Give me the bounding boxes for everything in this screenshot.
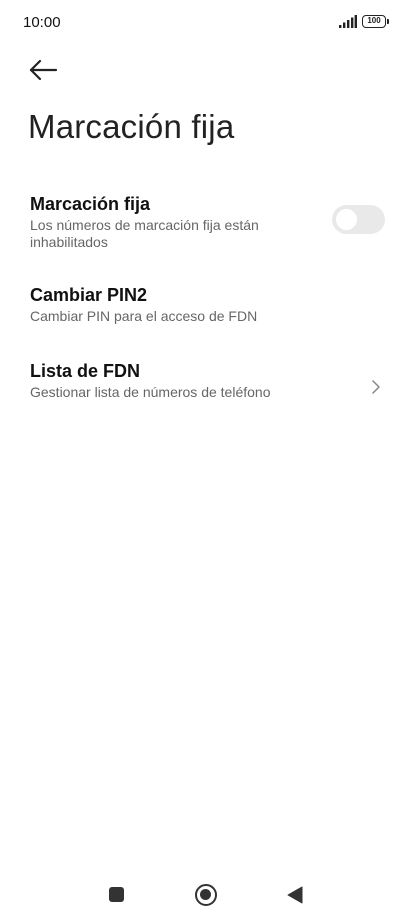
toggle-knob xyxy=(336,209,357,230)
navigation-bar xyxy=(0,870,415,920)
screen: 10:00 100 Marcación fija Marcación fija … xyxy=(0,0,415,923)
recents-icon[interactable] xyxy=(109,887,124,902)
back-arrow-icon[interactable] xyxy=(26,56,60,84)
fixed-dialing-title: Marcación fija xyxy=(30,194,151,214)
back-triangle-icon[interactable] xyxy=(287,886,303,904)
status-bar: 10:00 100 xyxy=(0,0,415,44)
fixed-dialing-subtitle-line1: Los números de marcación fija están xyxy=(30,217,259,233)
status-time: 10:00 xyxy=(23,14,61,31)
fdn-list-title: Lista de FDN xyxy=(30,361,141,381)
fixed-dialing-subtitle-line2: inhabilitados xyxy=(30,234,108,250)
fdn-list-subtitle: Gestionar lista de números de teléfono xyxy=(30,384,271,400)
change-pin2-subtitle: Cambiar PIN para el acceso de FDN xyxy=(30,308,258,324)
signal-icon xyxy=(339,15,357,28)
battery-icon: 100 xyxy=(362,15,389,28)
setting-row-change-pin2[interactable]: Cambiar PIN2 Cambiar PIN para el acceso … xyxy=(0,283,415,329)
chevron-right-icon xyxy=(372,380,380,394)
change-pin2-title: Cambiar PIN2 xyxy=(30,285,148,305)
fixed-dialing-toggle[interactable] xyxy=(332,205,385,234)
setting-row-fdn-list[interactable]: Lista de FDN Gestionar lista de números … xyxy=(0,359,415,405)
page-title: Marcación fija xyxy=(28,108,235,145)
setting-row-fixed-dialing[interactable]: Marcación fija Los números de marcación … xyxy=(0,192,415,256)
home-icon[interactable] xyxy=(195,884,217,906)
